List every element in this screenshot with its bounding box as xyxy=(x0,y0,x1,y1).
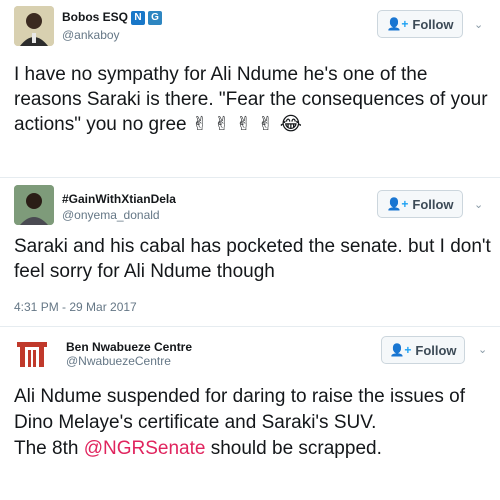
add-user-icon: 👤+ xyxy=(389,343,412,357)
user-handle[interactable]: @onyema_donald xyxy=(62,208,160,222)
avatar[interactable] xyxy=(14,336,50,372)
tweet-2: #GainWithXtianDela @onyema_donald 👤+ Fol… xyxy=(0,180,500,320)
tweet-text: I have no sympathy for Ali Ndume he's on… xyxy=(14,64,488,135)
chevron-down-icon[interactable]: ⌄ xyxy=(474,198,483,211)
person-photo-icon xyxy=(14,185,54,225)
divider xyxy=(0,177,500,178)
emoji-row: ✌ ✌ ✌ ✌ 😂 xyxy=(191,113,302,135)
display-name[interactable]: Ben Nwabueze Centre xyxy=(66,340,192,354)
follow-button[interactable]: 👤+ Follow xyxy=(377,10,463,38)
avatar[interactable] xyxy=(14,6,54,46)
badge-n: N xyxy=(131,10,146,25)
timestamp[interactable]: 4:31 PM - 29 Mar 2017 xyxy=(14,300,137,314)
tweet-text: Saraki and his cabal has pocketed the se… xyxy=(14,236,491,282)
display-name[interactable]: Bobos ESQ N G xyxy=(62,10,163,25)
avatar[interactable] xyxy=(14,185,54,225)
add-user-icon: 👤+ xyxy=(386,197,409,211)
display-name[interactable]: #GainWithXtianDela xyxy=(62,192,176,206)
mention-link[interactable]: @NGRSenate xyxy=(84,438,206,459)
tweet-3: Ben Nwabueze Centre @NwabuezeCentre 👤+ F… xyxy=(0,328,500,500)
follow-button[interactable]: 👤+ Follow xyxy=(377,190,463,218)
tweet-text: Ali Ndume suspended for daring to raise … xyxy=(14,386,465,459)
tweet-1: Bobos ESQ N G @ankaboy 👤+ Follow ⌄ I have … xyxy=(0,0,500,180)
chevron-down-icon[interactable]: ⌄ xyxy=(474,18,483,31)
person-photo-icon xyxy=(14,6,54,46)
divider xyxy=(0,326,500,327)
gate-logo-icon xyxy=(17,342,47,367)
user-handle[interactable]: @ankaboy xyxy=(62,28,120,42)
follow-button[interactable]: 👤+ Follow xyxy=(381,336,465,364)
user-handle[interactable]: @NwabuezeCentre xyxy=(66,354,171,368)
add-user-icon: 👤+ xyxy=(386,17,409,31)
badge-g: G xyxy=(148,10,163,25)
chevron-down-icon[interactable]: ⌄ xyxy=(478,343,487,356)
